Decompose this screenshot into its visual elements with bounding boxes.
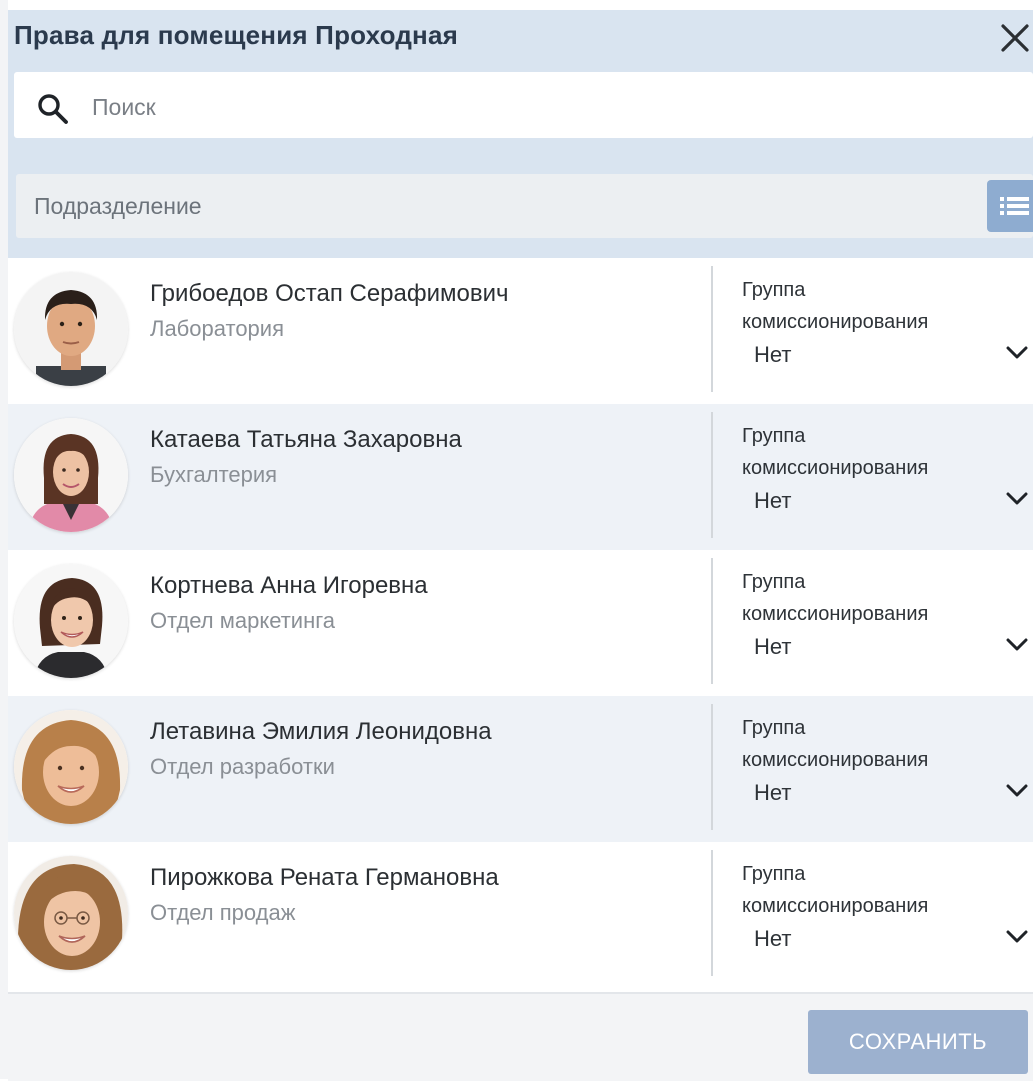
avatar [14, 710, 128, 824]
chevron-down-icon [1006, 930, 1028, 943]
group-select[interactable]: Группа комиссионирования Нет [742, 414, 1032, 540]
avatar [14, 564, 128, 678]
employee-name: Летавина Эмилия Леонидовна [150, 718, 492, 745]
avatar [14, 856, 128, 970]
list-item: Катаева Татьяна Захаровна Бухгалтерия Гр… [8, 404, 1033, 550]
search-icon [36, 92, 70, 126]
save-button[interactable]: СОХРАНИТЬ [808, 1010, 1028, 1074]
employee-list: Грибоедов Остап Серафимович Лаборатория … [8, 258, 1033, 988]
column-divider [711, 266, 713, 392]
employee-name: Кортнева Анна Игоревна [150, 572, 428, 599]
permissions-dialog: Права для помещения Проходная Подразделе… [0, 0, 1033, 1081]
group-value: Нет [754, 780, 792, 805]
dialog-footer: СОХРАНИТЬ [8, 992, 1033, 1081]
group-label: Группа комиссионирования [742, 571, 929, 625]
filter-panel: Подразделение [8, 70, 1033, 258]
dialog-header: Права для помещения Проходная [8, 10, 1033, 70]
group-value: Нет [754, 926, 792, 951]
group-label: Группа комиссионирования [742, 717, 929, 771]
close-icon[interactable] [997, 16, 1031, 56]
chevron-down-icon [1006, 346, 1028, 359]
employee-department: Лаборатория [150, 316, 284, 341]
chevron-down-icon [1006, 784, 1028, 797]
group-value: Нет [754, 488, 792, 513]
dialog-border [0, 0, 8, 1079]
column-divider [711, 558, 713, 684]
search-box [14, 72, 1033, 138]
group-label: Группа комиссионирования [742, 425, 929, 479]
group-select[interactable]: Группа комиссионирования Нет [742, 706, 1032, 832]
column-divider [711, 704, 713, 830]
department-list-button[interactable] [987, 180, 1033, 232]
employee-department: Отдел продаж [150, 900, 296, 925]
chevron-down-icon [1006, 638, 1028, 651]
group-value: Нет [754, 634, 792, 659]
column-divider [711, 412, 713, 538]
department-filter-label: Подразделение [34, 193, 202, 219]
list-icon [1000, 197, 1029, 215]
group-label: Группа комиссионирования [742, 279, 929, 333]
avatar [14, 272, 128, 386]
employee-name: Грибоедов Остап Серафимович [150, 280, 509, 307]
employee-name: Катаева Татьяна Захаровна [150, 426, 462, 453]
group-select[interactable]: Группа комиссионирования Нет [742, 560, 1032, 686]
department-filter[interactable]: Подразделение [16, 174, 1033, 238]
dialog-title: Права для помещения Проходная [14, 20, 458, 50]
column-divider [711, 850, 713, 976]
group-value: Нет [754, 342, 792, 367]
employee-department: Бухгалтерия [150, 462, 278, 487]
group-select[interactable]: Группа комиссионирования Нет [742, 852, 1032, 978]
search-input[interactable] [90, 84, 994, 130]
group-label: Группа комиссионирования [742, 863, 929, 917]
list-item: Грибоедов Остап Серафимович Лаборатория … [8, 258, 1033, 404]
employee-department: Отдел маркетинга [150, 608, 336, 633]
list-item: Пирожкова Рената Германовна Отдел продаж… [8, 842, 1033, 988]
group-select[interactable]: Группа комиссионирования Нет [742, 268, 1032, 394]
list-item: Кортнева Анна Игоревна Отдел маркетинга … [8, 550, 1033, 696]
avatar [14, 418, 128, 532]
employee-department: Отдел разработки [150, 754, 335, 779]
list-item: Летавина Эмилия Леонидовна Отдел разрабо… [8, 696, 1033, 842]
employee-name: Пирожкова Рената Германовна [150, 864, 499, 891]
chevron-down-icon [1006, 492, 1028, 505]
